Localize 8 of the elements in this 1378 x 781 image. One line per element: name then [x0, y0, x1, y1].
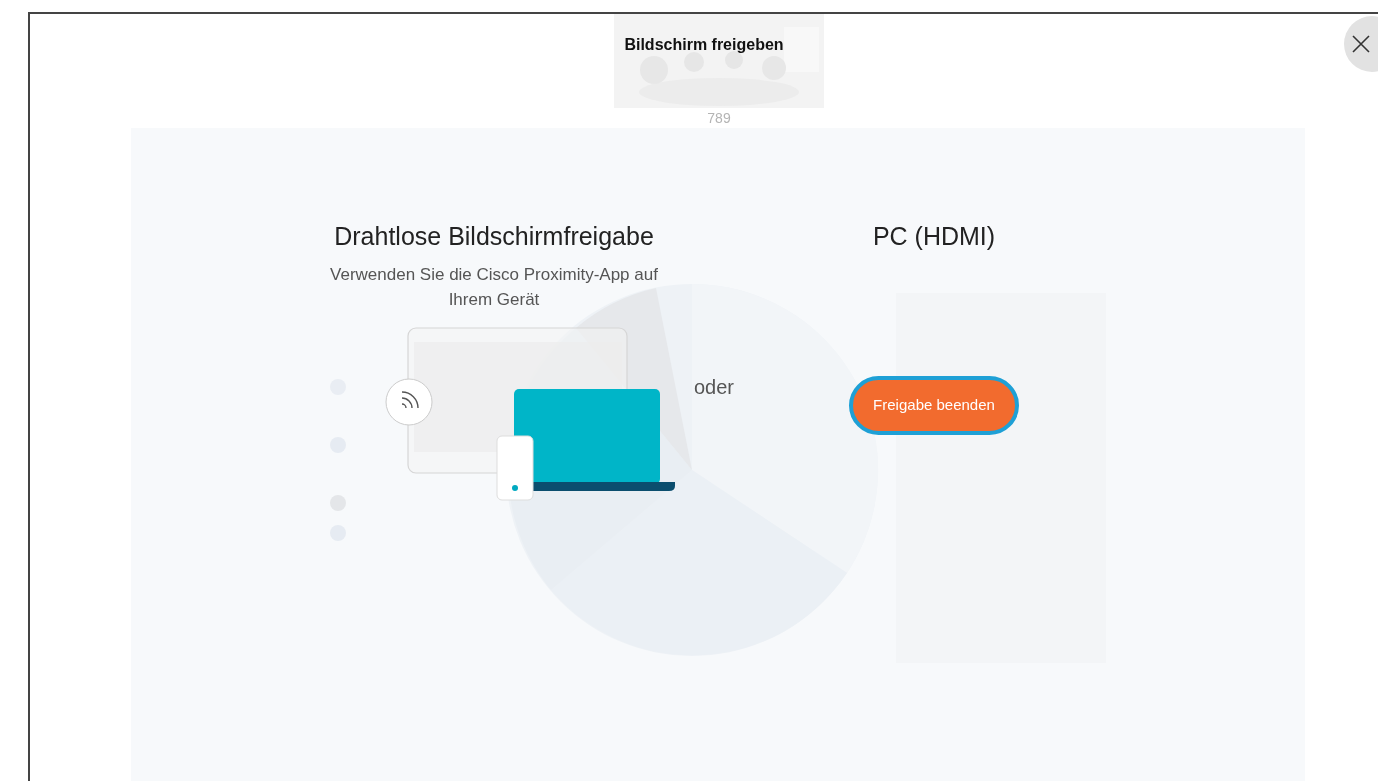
- participant-count: 789: [706, 109, 732, 128]
- stop-sharing-button[interactable]: Freigabe beenden: [849, 376, 1019, 435]
- dialog-title: Bildschirm freigeben: [624, 36, 784, 53]
- option-description: Verwenden Sie die Cisco Proximity-App auf Ihrem Gerät: [329, 264, 659, 311]
- close-icon: [1351, 34, 1371, 54]
- separator-text: oder: [694, 375, 734, 400]
- option-title: Drahtlose Bildschirmfreigabe: [334, 221, 654, 252]
- option-title: PC (HDMI): [872, 221, 996, 252]
